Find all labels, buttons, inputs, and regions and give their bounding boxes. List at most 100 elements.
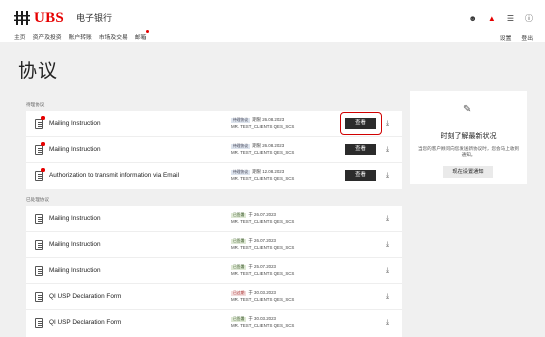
settings-link[interactable]: 设置 — [500, 33, 512, 42]
agreement-meta: 已签署于 25.07.2023 MR. TEST_CLIENTS QES_SCS — [231, 264, 294, 277]
highlight-box — [340, 112, 382, 135]
agreement-date: 期限 26.08.2023 — [252, 117, 285, 122]
download-icon[interactable]: ⤓ — [386, 292, 389, 301]
promo-heading: 时刻了解最新状况 — [440, 133, 497, 140]
notification-promo-card: ✎ 时刻了解最新状况 当您的客户顾问向您发送新协议时，您会马上收到通知。 现在设… — [410, 91, 527, 184]
download-icon[interactable]: ⤓ — [386, 240, 389, 249]
agreement-title: Authorization to transmit information vi… — [49, 172, 179, 179]
document-icon — [35, 266, 43, 276]
nav-transfers[interactable]: 账户转账 — [69, 32, 92, 42]
document-icon — [35, 240, 43, 250]
set-notification-button[interactable]: 现在设置通知 — [443, 166, 493, 178]
agreement-date: 于 25.07.2023 — [248, 264, 276, 269]
agreement-title: Mailing Instruction — [49, 267, 101, 274]
client-name: MR. TEST_CLIENTS QES_SCS — [231, 123, 295, 129]
list-item[interactable]: QI USP Declaration Form 已签署于 30.03.2023 … — [26, 310, 402, 336]
client-name: MR. TEST_CLIENTS QES_SCS — [231, 149, 295, 155]
agreement-meta: 待理协议 期限 26.08.2023 MR. TEST_CLIENTS QES_S… — [231, 117, 294, 130]
list-item[interactable]: Mailing Instruction 待理协议 期限 26.08.2023 MR… — [26, 137, 402, 163]
agreement-date: 期限 12.08.2023 — [252, 169, 285, 174]
document-icon — [35, 171, 43, 181]
nav-markets[interactable]: 市场及交易 — [99, 32, 128, 42]
agreement-title: QI USP Declaration Form — [49, 293, 122, 300]
document-icon — [35, 145, 43, 155]
bell-icon[interactable]: ▲ — [488, 15, 496, 23]
status-badge: 待理协议 — [231, 170, 251, 175]
document-icon — [35, 214, 43, 224]
ubs-keys-logo — [14, 11, 30, 25]
status-badge: 已过期 — [231, 291, 247, 296]
client-name: MR. TEST_CLIENTS QES_SCS — [231, 270, 295, 276]
agreement-date: 于 30.03.2023 — [248, 290, 276, 295]
logout-link[interactable]: 登出 — [521, 33, 533, 42]
main-nav: 主页 资产及投资 账户转账 市场及交易 邮箱 — [14, 30, 150, 42]
brand-logo-text[interactable]: UBS — [34, 9, 64, 27]
view-button[interactable]: 查看 — [345, 144, 376, 155]
client-name: MR. TEST_CLIENTS QES_SCS — [231, 296, 295, 302]
status-badge: 待理协议 — [231, 144, 251, 149]
client-name: MR. TEST_CLIENTS QES_SCS — [231, 322, 295, 328]
page-title: 协议 — [18, 61, 59, 82]
download-icon[interactable]: ⤓ — [386, 119, 389, 128]
download-icon[interactable]: ⤓ — [386, 171, 389, 180]
client-name: MR. TEST_CLIENTS QES_SCS — [231, 175, 295, 181]
agreement-meta: 已签署于 26.07.2023 MR. TEST_CLIENTS QES_SCS — [231, 238, 294, 251]
status-badge: 已签署 — [231, 213, 247, 218]
brand-subtitle: 电子银行 — [76, 13, 113, 23]
list-item[interactable]: Mailing Instruction 待理协议 期限 26.08.2023 MR… — [26, 111, 402, 137]
agreement-meta: 待理协议 期限 26.08.2023 MR. TEST_CLIENTS QES_S… — [231, 143, 294, 156]
agreement-title: Mailing Instruction — [49, 241, 101, 248]
document-icon — [35, 119, 43, 129]
list-item[interactable]: QI USP Declaration Form 已过期于 30.03.2023 … — [26, 284, 402, 310]
client-name: MR. TEST_CLIENTS QES_SCS — [231, 244, 295, 250]
agreement-title: QI USP Declaration Form — [49, 319, 122, 326]
status-badge: 待理协议 — [231, 118, 251, 123]
agreement-date: 于 26.07.2023 — [248, 238, 276, 243]
agreement-title: Mailing Instruction — [49, 120, 101, 127]
agreement-date: 于 30.03.2023 — [248, 316, 276, 321]
notification-dot — [146, 30, 150, 33]
download-icon[interactable]: ⤓ — [386, 318, 389, 327]
document-icon — [35, 292, 43, 302]
done-section-label: 已处理协议 — [26, 197, 49, 202]
agreement-title: Mailing Instruction — [49, 215, 101, 222]
list-item[interactable]: Mailing Instruction 已签署于 25.07.2023 MR. … — [26, 258, 402, 284]
notification-bell-icon: ✎ — [463, 104, 472, 115]
nav-home[interactable]: 主页 — [14, 32, 26, 42]
agreement-date: 期限 26.08.2023 — [252, 143, 285, 148]
download-icon[interactable]: ⤓ — [386, 214, 389, 223]
unread-dot — [41, 142, 45, 146]
pending-agreements-list: Mailing Instruction 待理协议 期限 26.08.2023 MR… — [26, 111, 402, 189]
promo-text: 当您的客户顾问向您发送新协议时，您会马上收到通知。 — [417, 146, 520, 158]
status-badge: 已签署 — [231, 317, 247, 322]
document-icon — [35, 318, 43, 328]
unread-dot — [41, 168, 45, 172]
agreement-meta: 已过期于 30.03.2023 MR. TEST_CLIENTS QES_SCS — [231, 290, 294, 303]
header-icons: ☻ ▲ ☰ ⓘ — [468, 15, 533, 23]
agreement-meta: 已签署于 26.07.2023 MR. TEST_CLIENTS QES_SCS — [231, 212, 294, 225]
download-icon[interactable]: ⤓ — [386, 266, 389, 275]
download-icon[interactable]: ⤓ — [386, 145, 389, 154]
nav-mailbox[interactable]: 邮箱 — [134, 30, 150, 42]
list-item[interactable]: Mailing Instruction 已签署于 26.07.2023 MR. … — [26, 206, 402, 232]
status-badge: 已签署 — [231, 265, 247, 270]
menu-icon[interactable]: ☰ — [507, 15, 514, 23]
top-bar: UBS 电子银行 主页 资产及投资 账户转账 市场及交易 邮箱 ☻ ▲ ☰ ⓘ … — [0, 0, 545, 42]
client-name: MR. TEST_CLIENTS QES_SCS — [231, 218, 295, 224]
agreement-title: Mailing Instruction — [49, 146, 101, 153]
nav-mailbox-label: 邮箱 — [134, 35, 147, 41]
status-badge: 已签署 — [231, 239, 247, 244]
header-links: 设置 登出 — [500, 33, 533, 42]
agreement-date: 于 26.07.2023 — [248, 212, 276, 217]
agreement-meta: 已签署于 30.03.2023 MR. TEST_CLIENTS QES_SCS — [231, 316, 294, 329]
help-icon[interactable]: ⓘ — [525, 15, 533, 23]
user-icon[interactable]: ☻ — [468, 15, 476, 23]
nav-assets[interactable]: 资产及投资 — [33, 32, 62, 42]
unread-dot — [41, 116, 45, 120]
agreement-meta: 待理协议 期限 12.08.2023 MR. TEST_CLIENTS QES_S… — [231, 169, 294, 182]
list-item[interactable]: Mailing Instruction 已签署于 26.07.2023 MR. … — [26, 232, 402, 258]
pending-section-label: 待理协议 — [26, 102, 45, 107]
list-item[interactable]: Authorization to transmit information vi… — [26, 163, 402, 189]
view-button[interactable]: 查看 — [345, 170, 376, 181]
processed-agreements-list: Mailing Instruction 已签署于 26.07.2023 MR. … — [26, 206, 402, 337]
